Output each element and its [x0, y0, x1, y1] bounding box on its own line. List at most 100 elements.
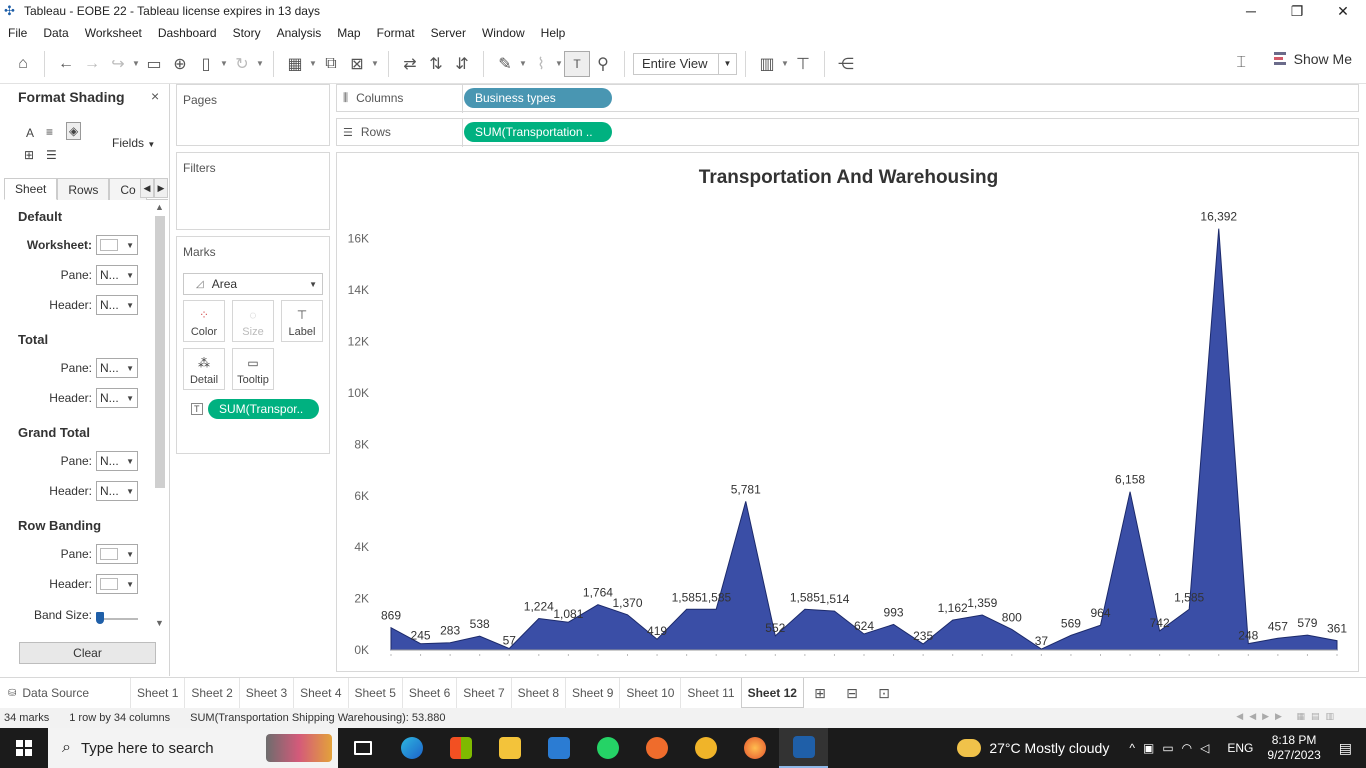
banding-header-dropdown[interactable]: ▼	[96, 574, 138, 594]
menu-file[interactable]: File	[0, 26, 35, 40]
menu-server[interactable]: Server	[423, 26, 474, 40]
sum-transportation-pill[interactable]: SUM(Transportation ..	[464, 122, 612, 142]
rows-shelf[interactable]: ☰ Rows SUM(Transportation ..	[336, 118, 1359, 147]
pause-updates-icon[interactable]: ▯	[193, 51, 219, 77]
whatsapp-icon[interactable]	[583, 728, 632, 768]
new-data-source-icon[interactable]: ⊕	[167, 51, 193, 77]
banding-pane-dropdown[interactable]: ▼	[96, 544, 138, 564]
sort-ascending-icon[interactable]: ⇅	[423, 51, 449, 77]
default-pane-dropdown[interactable]: N... ▼	[96, 265, 138, 285]
alignment-icon[interactable]: ≡	[46, 125, 53, 139]
slider-handle[interactable]	[96, 612, 104, 624]
default-header-dropdown[interactable]: N... ▼	[96, 295, 138, 315]
task-view-icon[interactable]	[338, 728, 387, 768]
duplicate-sheet-icon[interactable]: ⧉	[318, 51, 344, 77]
fit-view-select[interactable]: Entire View ▼	[633, 52, 737, 75]
grand-total-pane-dropdown[interactable]: N... ▼	[96, 451, 138, 471]
tab-sheet-7[interactable]: Sheet 7	[456, 678, 510, 708]
detail-button[interactable]: ⁂ Detail	[183, 348, 225, 390]
replay-icon[interactable]: ↪	[105, 51, 131, 77]
chevron-up-icon[interactable]: ▲	[155, 202, 164, 212]
color-button[interactable]: ⁘ Color	[183, 300, 225, 342]
menu-map[interactable]: Map	[329, 26, 368, 40]
menu-help[interactable]: Help	[533, 26, 574, 40]
data-source-tab[interactable]: ⛁ Data Source	[0, 686, 130, 700]
sheet-navigation-icons[interactable]: ◀◀▶▶ ▦▤▥	[1236, 711, 1340, 722]
tab-sheet-2[interactable]: Sheet 2	[184, 678, 238, 708]
minimize-button[interactable]: ─	[1228, 0, 1274, 22]
tab-sheet-5[interactable]: Sheet 5	[347, 678, 402, 708]
menu-window[interactable]: Window	[474, 26, 533, 40]
clear-sheet-icon[interactable]: ⊠	[344, 51, 370, 77]
band-size-slider[interactable]	[96, 611, 138, 625]
tab-sheet-4[interactable]: Sheet 4	[293, 678, 347, 708]
home-icon[interactable]: ⌂	[10, 51, 36, 77]
show-mark-labels-icon[interactable]: T	[564, 50, 590, 77]
label-button[interactable]: ⊤ Label	[281, 300, 323, 342]
columns-shelf[interactable]: ⫼ Columns Business types	[336, 84, 1359, 113]
menu-dashboard[interactable]: Dashboard	[150, 26, 225, 40]
tray-system-icons[interactable]: ^▣▭◠◁	[1129, 741, 1217, 755]
tab-sheet-11[interactable]: Sheet 11	[680, 678, 740, 708]
tab-sheet-12[interactable]: Sheet 12	[740, 678, 804, 708]
store-icon[interactable]	[436, 728, 485, 768]
scrollbar-thumb[interactable]	[155, 216, 165, 488]
edge-icon[interactable]	[387, 728, 436, 768]
file-explorer-icon[interactable]	[485, 728, 534, 768]
tab-sheet-1[interactable]: Sheet 1	[130, 678, 184, 708]
swap-rows-columns-icon[interactable]: ⇄	[397, 51, 423, 77]
label-field-pill[interactable]: SUM(Transpor..	[208, 399, 319, 419]
fields-dropdown[interactable]: Fields ▼	[112, 136, 155, 150]
shading-icon[interactable]: ◈	[66, 122, 82, 140]
chart-view[interactable]: Transportation And Warehousing 0K 2K 4K 6K 8…	[336, 152, 1359, 672]
tab-sheet[interactable]: Sheet	[4, 178, 58, 200]
total-pane-dropdown[interactable]: N... ▼	[96, 358, 138, 378]
fix-axes-icon[interactable]: ⚲	[590, 51, 616, 77]
pages-card[interactable]: Pages	[176, 84, 330, 146]
chevron-down-icon[interactable]: ▼	[780, 59, 790, 68]
tab-sheet-8[interactable]: Sheet 8	[510, 678, 565, 708]
app-orange-icon[interactable]	[632, 728, 681, 768]
menu-story[interactable]: Story	[225, 26, 269, 40]
sort-descending-icon[interactable]: ⇵	[449, 51, 475, 77]
grand-total-header-dropdown[interactable]: N... ▼	[96, 481, 138, 501]
format-pane-scrollbar[interactable]: ▲ ▼	[152, 202, 168, 632]
worksheet-shading-dropdown[interactable]: ▼	[96, 235, 138, 255]
chevron-down-icon[interactable]: ▼	[255, 59, 265, 68]
size-button[interactable]: ◌ Size	[232, 300, 274, 342]
new-worksheet-icon[interactable]: ▦	[282, 51, 308, 77]
font-icon[interactable]: A	[26, 126, 34, 140]
redo-icon[interactable]: →	[79, 51, 105, 77]
menu-data[interactable]: Data	[35, 26, 76, 40]
menu-analysis[interactable]: Analysis	[269, 26, 330, 40]
borders-icon[interactable]: ⊞	[24, 148, 34, 162]
chevron-down-icon[interactable]: ▼	[518, 59, 528, 68]
tab-sheet-10[interactable]: Sheet 10	[619, 678, 680, 708]
business-types-pill[interactable]: Business types	[464, 88, 612, 108]
filters-card[interactable]: Filters	[176, 152, 330, 230]
weather-widget[interactable]: 27°C Mostly cloudy	[957, 739, 1109, 757]
chevron-left-icon[interactable]: ◀	[140, 178, 154, 198]
lines-icon[interactable]: ☰	[46, 148, 57, 162]
presentation-mode-icon[interactable]: ⊤	[790, 51, 816, 77]
chevron-right-icon[interactable]: ▶	[154, 178, 168, 198]
new-worksheet-icon[interactable]: ⊞	[804, 678, 836, 708]
menu-worksheet[interactable]: Worksheet	[77, 26, 150, 40]
share-icon[interactable]: ⋲	[833, 51, 859, 77]
language-indicator[interactable]: ENG	[1227, 741, 1253, 755]
total-header-dropdown[interactable]: N... ▼	[96, 388, 138, 408]
tab-sheet-3[interactable]: Sheet 3	[238, 678, 293, 708]
chevron-down-icon[interactable]: ▼	[219, 59, 229, 68]
save-icon[interactable]: ▭	[141, 51, 167, 77]
firefox-icon[interactable]	[730, 728, 779, 768]
group-members-icon[interactable]: ⌇	[528, 51, 554, 77]
show-me-button[interactable]: Show Me	[1273, 51, 1352, 67]
clear-button[interactable]: Clear	[19, 642, 156, 664]
undo-icon[interactable]: ←	[53, 51, 79, 77]
notification-icon[interactable]: ▤	[1339, 740, 1352, 757]
new-story-icon[interactable]: ⊡	[868, 678, 900, 708]
tab-rows[interactable]: Rows	[57, 178, 110, 200]
area-series[interactable]	[390, 228, 1338, 651]
close-icon[interactable]: ×	[151, 88, 159, 104]
show-hide-cards-icon[interactable]: ▥	[754, 51, 780, 77]
